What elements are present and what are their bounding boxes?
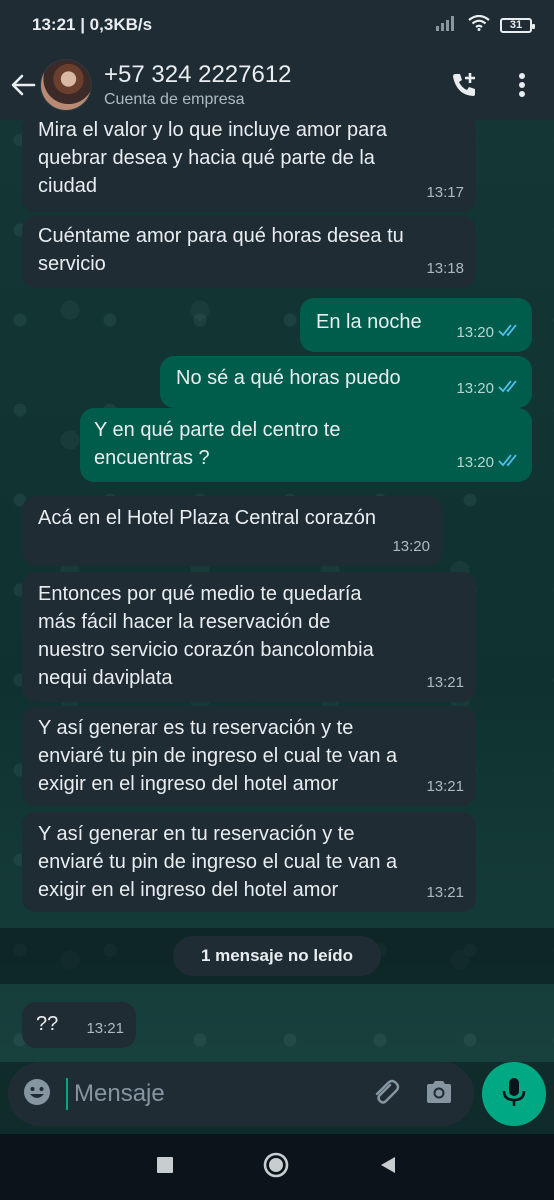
message-text: Y así generar es tu reservación y te env… [38, 717, 398, 795]
mic-button[interactable] [482, 1062, 546, 1126]
emoji-icon[interactable] [22, 1077, 52, 1112]
read-ticks-icon [498, 375, 520, 403]
message-text: Cuéntame amor para qué horas desea tu se… [38, 225, 404, 275]
add-call-icon[interactable] [444, 65, 484, 105]
signal-icon [436, 15, 458, 36]
nav-triangle-icon[interactable] [378, 1155, 398, 1180]
more-vert-icon[interactable] [502, 65, 542, 105]
attach-icon[interactable] [370, 1077, 400, 1112]
message-text: Y así generar en tu reservación y te env… [38, 823, 398, 901]
avatar[interactable] [40, 59, 92, 111]
unread-divider: 1 mensaje no leído [0, 928, 554, 984]
read-ticks-icon [498, 449, 520, 477]
nav-circle-icon[interactable] [262, 1151, 290, 1184]
message-input[interactable]: Mensaje [66, 1078, 370, 1110]
message-time: 13:21 [426, 778, 464, 795]
status-icons: 31 [436, 14, 535, 36]
status-bar: 13:21 | 0,3KB/s 31 [0, 0, 554, 50]
battery-icon: 31 [500, 17, 535, 33]
message-bubble-outgoing[interactable]: No sé a qué horas puedo 13:20 [160, 356, 532, 408]
contact-subtitle: Cuenta de empresa [104, 91, 245, 108]
status-time-speed: 13:21 | 0,3KB/s [32, 15, 153, 34]
contact-title[interactable]: +57 324 2227612 Cuenta de empresa [104, 61, 444, 109]
message-time: 13:21 [86, 1020, 124, 1037]
camera-icon[interactable] [424, 1078, 454, 1111]
message-time: 13:21 [426, 884, 464, 901]
message-time: 13:18 [426, 260, 464, 277]
message-bubble-incoming[interactable]: Entonces por qué medio te quedaría más f… [22, 572, 476, 702]
nav-square-icon[interactable] [156, 1156, 174, 1179]
message-bubble-incoming[interactable]: ?? 13:21 [22, 1002, 136, 1048]
wifi-icon [468, 14, 490, 36]
chat-area[interactable]: Mira el valor y lo que incluye amor para… [0, 120, 554, 1062]
message-time: 13:21 [426, 674, 464, 691]
message-time: 13:17 [426, 184, 464, 201]
message-bubble-incoming[interactable]: Y así generar en tu reservación y te env… [22, 812, 476, 912]
message-composer[interactable]: Mensaje [8, 1062, 474, 1126]
message-bubble-incoming[interactable]: Y así generar es tu reservación y te env… [22, 706, 476, 806]
unread-label: 1 mensaje no leído [172, 936, 382, 976]
message-bubble-incoming[interactable]: Mira el valor y lo que incluye amor para… [22, 120, 476, 212]
message-text: Y en qué parte del centro te encuentras … [94, 419, 341, 469]
message-time: 13:20 [456, 454, 494, 471]
message-bubble-incoming[interactable]: Cuéntame amor para qué horas desea tu se… [22, 216, 476, 288]
message-time: 13:20 [456, 324, 494, 341]
chat-header: +57 324 2227612 Cuenta de empresa [0, 50, 554, 120]
mic-icon [501, 1076, 527, 1113]
message-bubble-outgoing[interactable]: Y en qué parte del centro te encuentras … [80, 408, 532, 482]
message-bubble-incoming[interactable]: Acá en el Hotel Plaza Central corazón 13… [22, 496, 442, 566]
back-arrow-icon[interactable] [8, 65, 38, 105]
message-text: Acá en el Hotel Plaza Central corazón [38, 507, 376, 529]
read-ticks-icon [498, 319, 520, 347]
system-nav-bar [0, 1134, 554, 1200]
contact-name: +57 324 2227612 [104, 61, 292, 88]
message-time: 13:20 [392, 538, 430, 555]
message-text: Mira el valor y lo que incluye amor para… [38, 120, 388, 197]
message-bubble-outgoing[interactable]: En la noche 13:20 [300, 298, 532, 352]
message-time: 13:20 [456, 380, 494, 397]
message-text: Entonces por qué medio te quedaría más f… [38, 583, 374, 689]
